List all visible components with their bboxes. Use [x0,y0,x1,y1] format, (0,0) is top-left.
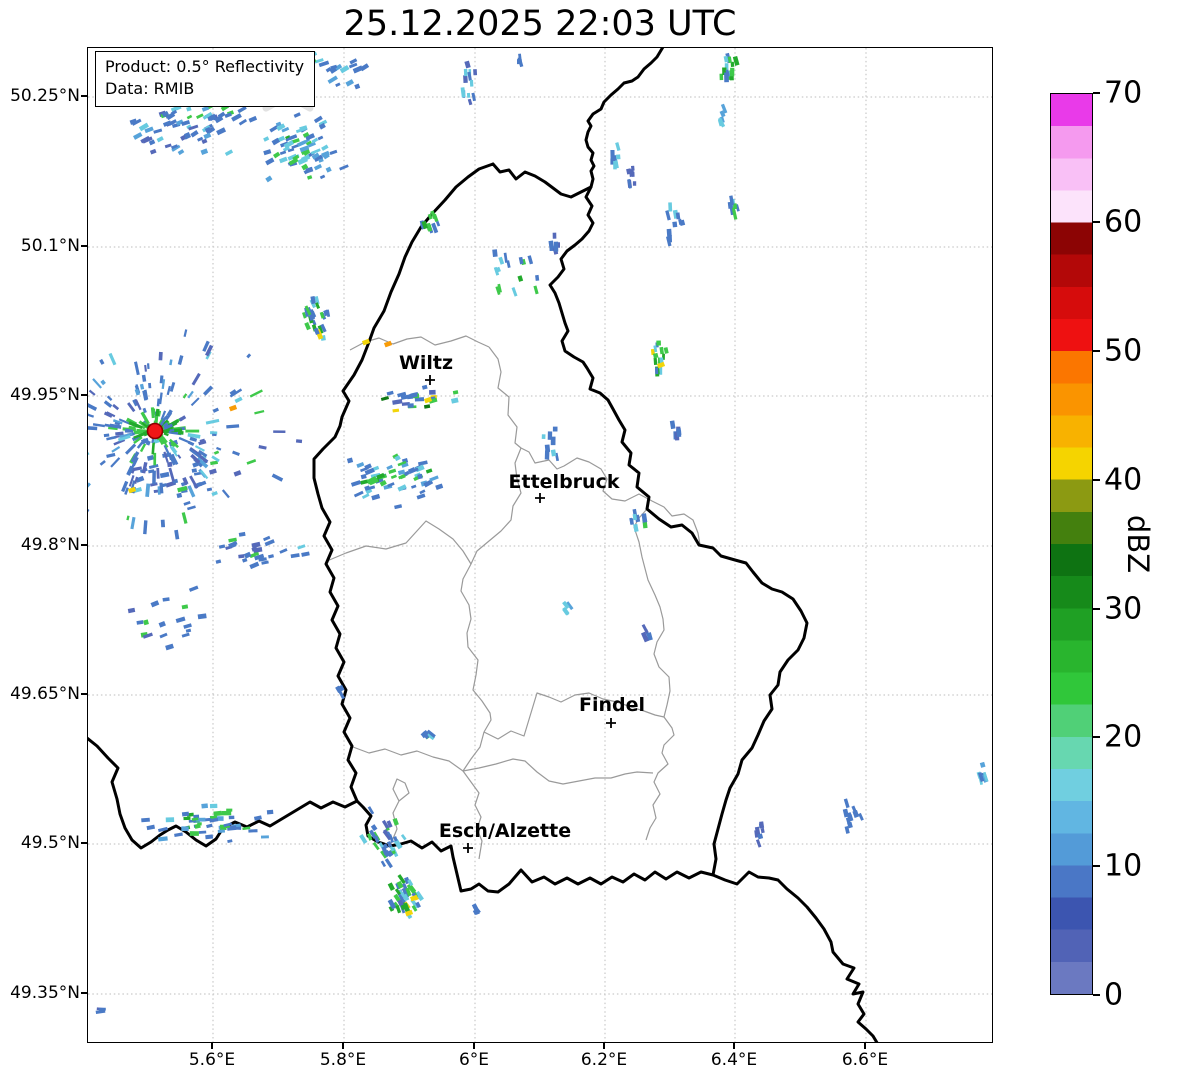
colorbar-tick-mark [1093,92,1100,94]
x-tick-label: 5.6°E [188,1050,236,1070]
x-tick-mark [342,1043,344,1049]
colorbar-tick-label: 0 [1104,977,1124,1013]
y-tick-mark [81,394,87,396]
x-tick-mark [473,1043,475,1049]
x-tick-label: 6.6°E [841,1050,889,1070]
city-markers [425,375,616,853]
product-line: Product: 0.5° Reflectivity [105,57,305,76]
y-tick-label: 50.25°N [10,86,80,106]
colorbar-tick-mark [1093,865,1100,867]
city-marker-findel [606,718,616,728]
colorbar-tick-mark [1093,350,1100,352]
colorbar [1050,93,1093,995]
y-tick-mark [81,95,87,97]
map-canvas [88,48,992,1042]
x-tick-label: 5.8°E [319,1050,367,1070]
colorbar-tick-label: 10 [1104,848,1143,884]
y-tick-label: 49.8°N [20,535,80,555]
plot-area: Product: 0.5° Reflectivity Data: RMIB Wi… [87,47,993,1043]
figure-title: 25.12.2025 22:03 UTC [343,4,737,44]
y-tick-mark [81,842,87,844]
data-source-line: Data: RMIB [105,79,195,98]
y-tick-label: 49.35°N [10,983,80,1003]
y-tick-label: 50.1°N [20,236,80,256]
border-luxembourg [312,162,809,894]
y-tick-mark [81,544,87,546]
x-tick-label: 6°E [458,1050,490,1070]
y-tick-mark [81,693,87,695]
y-tick-label: 49.5°N [20,833,80,853]
x-tick-mark [864,1043,866,1049]
colorbar-tick-label: 70 [1104,75,1143,111]
colorbar-axis-label: dBZ [1121,514,1155,574]
radar-site-dot [146,422,164,440]
colorbar-tick-mark [1093,608,1100,610]
colorbar-tick-label: 60 [1104,204,1143,240]
city-label-ettelbruck: Ettelbruck [508,471,620,493]
colorbar-tick-mark [1093,736,1100,738]
colorbar-tick-label: 30 [1104,591,1143,627]
colorbar-tick-mark [1093,221,1100,223]
colorbar-tick-label: 50 [1104,333,1143,369]
y-tick-label: 49.95°N [10,385,80,405]
border-belgium-germany [584,48,665,189]
colorbar-tick-mark [1093,994,1100,996]
x-tick-mark [603,1043,605,1049]
colorbar-tick-label: 40 [1104,462,1143,498]
product-info-box: Product: 0.5° Reflectivity Data: RMIB [95,51,316,107]
x-tick-label: 6.4°E [710,1050,758,1070]
city-label-esch-alzette: Esch/Alzette [438,820,572,842]
border-france-germany [711,870,879,1042]
y-tick-label: 49.65°N [10,684,80,704]
city-marker-wiltz [425,375,435,385]
radar-echoes [88,51,989,1014]
x-tick-mark [733,1043,735,1049]
radar-figure: 25.12.2025 22:03 UTC Product: 0.5° Refle… [0,0,1184,1081]
city-label-findel: Findel [578,694,646,716]
city-label-wiltz: Wiltz [398,352,454,374]
y-tick-mark [81,992,87,994]
city-marker-ettelbruck [535,493,545,503]
district-borders [326,335,701,860]
y-tick-mark [81,245,87,247]
x-tick-label: 6.2°E [580,1050,628,1070]
x-tick-mark [211,1043,213,1049]
colorbar-tick-label: 20 [1104,719,1143,755]
colorbar-tick-mark [1093,479,1100,481]
